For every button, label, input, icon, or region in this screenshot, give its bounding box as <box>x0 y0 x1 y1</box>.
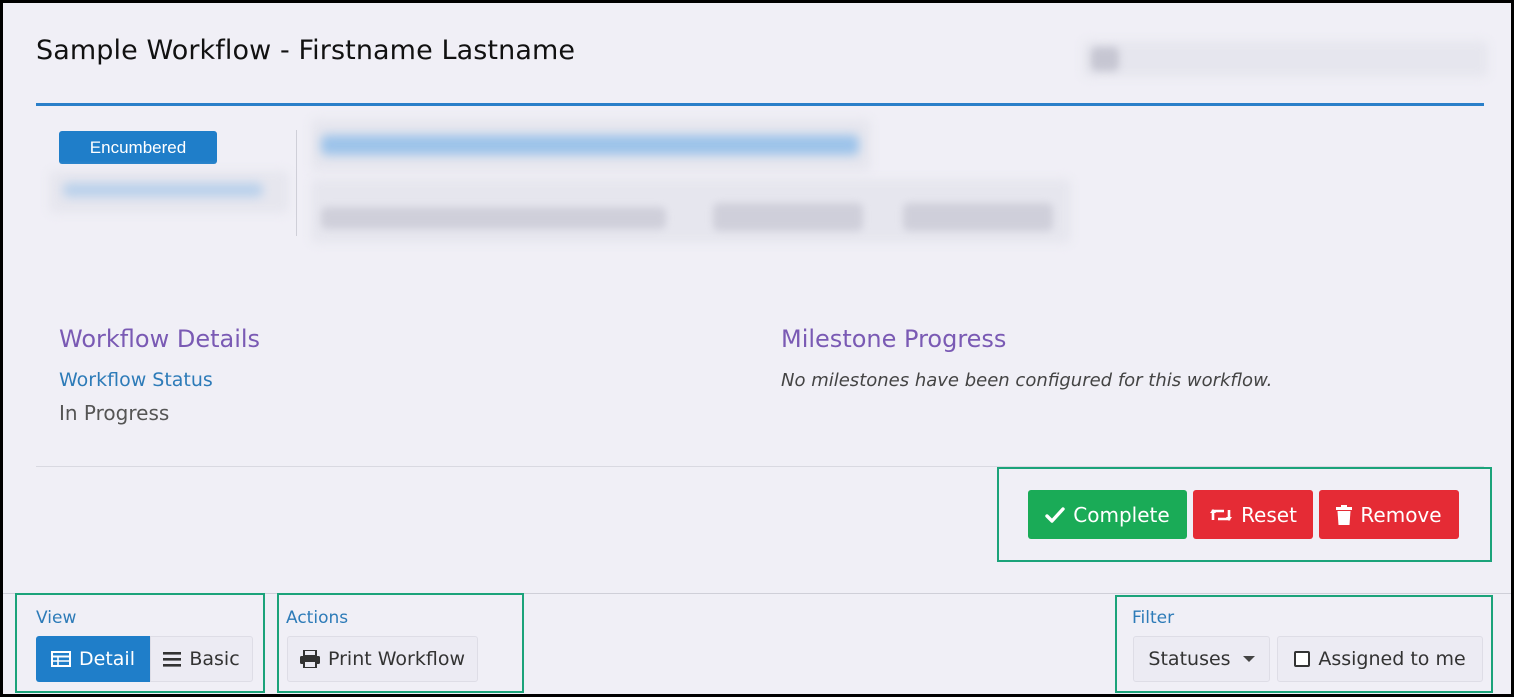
view-detail-button[interactable]: Detail <box>36 636 150 682</box>
redacted-subtitle-text <box>63 183 263 197</box>
caret-down-icon <box>1242 656 1255 662</box>
trash-icon <box>1336 504 1353 525</box>
view-basic-button[interactable]: Basic <box>150 636 253 682</box>
workflow-status-value: In Progress <box>59 401 170 425</box>
check-icon <box>1045 506 1065 523</box>
reset-button-label: Reset <box>1241 502 1297 527</box>
redacted-detail-2 <box>713 203 863 231</box>
retweet-icon <box>1210 508 1233 521</box>
bars-icon <box>163 651 182 667</box>
info-divider <box>296 130 297 236</box>
remove-button-label: Remove <box>1360 502 1442 527</box>
complete-button[interactable]: Complete <box>1028 490 1187 539</box>
checkbox-icon[interactable] <box>1294 651 1311 667</box>
assigned-to-me-toggle[interactable]: Assigned to me <box>1277 636 1483 682</box>
reset-button[interactable]: Reset <box>1193 490 1313 539</box>
milestone-empty-message: No milestones have been configured for t… <box>781 370 1273 391</box>
redacted-header-info <box>1083 41 1488 77</box>
milestone-progress-heading: Milestone Progress <box>781 325 1007 353</box>
filter-group-label: Filter <box>1132 608 1175 628</box>
print-workflow-label: Print Workflow <box>328 648 465 670</box>
assigned-to-me-label: Assigned to me <box>1318 648 1466 670</box>
print-icon <box>300 650 320 668</box>
status-badge: Encumbered <box>59 131 217 164</box>
workflow-panel: Sample Workflow - Firstname Lastname Enc… <box>0 0 1514 697</box>
print-workflow-button[interactable]: Print Workflow <box>287 636 478 682</box>
statuses-dropdown-label: Statuses <box>1148 648 1231 670</box>
title-divider <box>36 103 1484 106</box>
redacted-header-icon <box>1091 47 1119 71</box>
remove-button[interactable]: Remove <box>1319 490 1459 539</box>
actions-group-label: Actions <box>286 608 349 628</box>
statuses-dropdown[interactable]: Statuses <box>1133 636 1270 682</box>
complete-button-label: Complete <box>1073 502 1170 527</box>
page-title: Sample Workflow - Firstname Lastname <box>36 35 576 66</box>
workflow-details-heading: Workflow Details <box>59 325 261 353</box>
redacted-detail-1 <box>321 207 666 229</box>
view-detail-label: Detail <box>79 648 135 670</box>
table-icon <box>51 651 71 667</box>
workflow-status-label: Workflow Status <box>59 369 213 391</box>
view-group-label: View <box>36 608 77 628</box>
view-basic-label: Basic <box>189 648 240 670</box>
redacted-detail-3 <box>903 203 1053 231</box>
redacted-employee-link <box>321 135 859 155</box>
